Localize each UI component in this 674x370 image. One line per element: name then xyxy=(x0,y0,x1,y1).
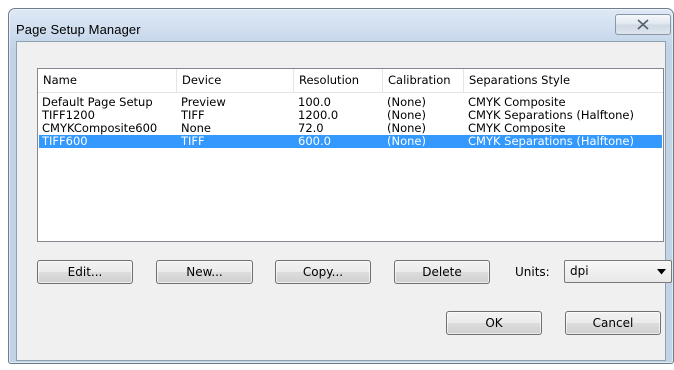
close-icon xyxy=(637,19,649,30)
column-header-name[interactable]: Name xyxy=(38,69,177,92)
units-select-value: dpi xyxy=(570,264,589,278)
row-resolution: 600.0 xyxy=(298,134,331,148)
list-header: Name Device Resolution Calibration Separ… xyxy=(38,69,663,93)
column-header-device[interactable]: Device xyxy=(177,69,294,92)
edit-button[interactable]: Edit... xyxy=(37,260,133,284)
row-calibration: (None) xyxy=(387,134,426,148)
copy-button[interactable]: Copy... xyxy=(275,260,371,284)
chevron-down-icon xyxy=(657,269,666,275)
row-device: TIFF xyxy=(181,134,205,148)
row-name: TIFF600 xyxy=(42,134,88,148)
cancel-button[interactable]: Cancel xyxy=(565,311,661,335)
units-label: Units: xyxy=(515,265,550,279)
column-header-resolution[interactable]: Resolution xyxy=(294,69,383,92)
close-button[interactable] xyxy=(615,14,671,35)
new-button[interactable]: New... xyxy=(156,260,253,284)
page-setup-list[interactable]: Name Device Resolution Calibration Separ… xyxy=(37,68,664,242)
ok-button[interactable]: OK xyxy=(446,311,542,335)
table-row-selected[interactable]: TIFF600 TIFF 600.0 (None) CMYK Separatio… xyxy=(39,135,662,148)
column-header-separations-style[interactable]: Separations Style xyxy=(464,69,663,92)
page-setup-manager-window: Page Setup Manager Name Device Resolutio… xyxy=(8,8,674,364)
units-select[interactable]: dpi xyxy=(564,260,672,283)
row-separations-style: CMYK Separations (Halftone) xyxy=(468,134,634,148)
window-title: Page Setup Manager xyxy=(16,22,141,37)
column-header-calibration[interactable]: Calibration xyxy=(383,69,464,92)
delete-button[interactable]: Delete xyxy=(394,260,490,284)
title-bar[interactable]: Page Setup Manager xyxy=(9,9,673,41)
